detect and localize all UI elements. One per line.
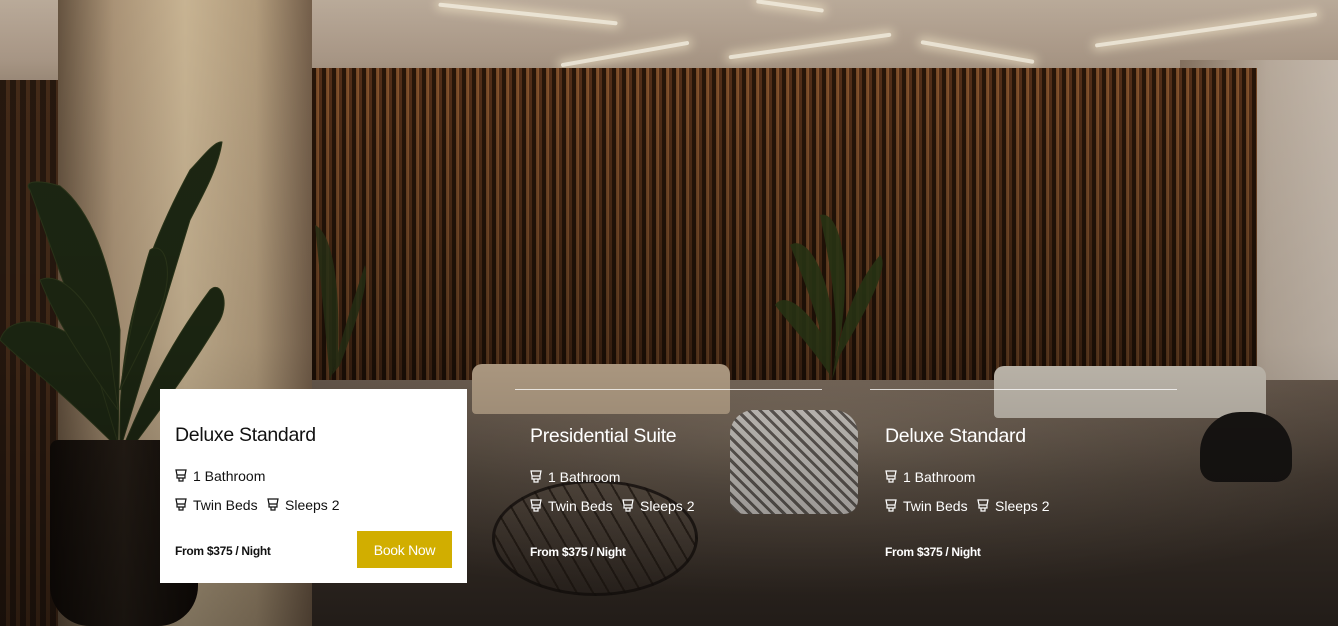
amenity-icon	[622, 499, 634, 513]
room-title: Presidential Suite	[530, 425, 677, 447]
room-feature-sleeps: Sleeps 2	[622, 498, 694, 514]
room-price: From $375 / Night	[175, 544, 271, 558]
room-feature-label: Sleeps 2	[285, 497, 340, 513]
room-title: Deluxe Standard	[175, 424, 316, 446]
room-price: From $375 / Night	[530, 545, 626, 559]
room-feature-label: Twin Beds	[903, 498, 968, 514]
amenity-icon	[977, 499, 989, 513]
room-card[interactable]: Deluxe Standard 1 Bathroom Twin Beds Sle…	[870, 389, 1177, 583]
room-feature-label: Twin Beds	[548, 498, 613, 514]
amenity-icon	[267, 498, 279, 512]
room-feature-bathroom: 1 Bathroom	[530, 469, 620, 485]
room-feature-bathroom: 1 Bathroom	[175, 468, 265, 484]
room-feature-label: Sleeps 2	[995, 498, 1050, 514]
room-feature-sleeps: Sleeps 2	[977, 498, 1049, 514]
room-feature-label: Sleeps 2	[640, 498, 695, 514]
room-feature-label: Twin Beds	[193, 497, 258, 513]
room-card[interactable]: Deluxe Standard 1 Bathroom Twin Beds Sle…	[160, 389, 467, 583]
amenity-icon	[885, 499, 897, 513]
amenity-icon	[885, 470, 897, 484]
room-feature-beds: Twin Beds	[885, 498, 968, 514]
amenity-icon	[530, 499, 542, 513]
room-feature-bathroom: 1 Bathroom	[885, 469, 975, 485]
amenity-icon	[530, 470, 542, 484]
room-feature-label: 1 Bathroom	[193, 468, 266, 484]
room-cards: Deluxe Standard 1 Bathroom Twin Beds Sle…	[160, 389, 1178, 583]
room-feature-sleeps: Sleeps 2	[267, 497, 339, 513]
book-now-button[interactable]: Book Now	[357, 531, 452, 568]
room-feature-label: 1 Bathroom	[548, 469, 621, 485]
room-feature-beds: Twin Beds	[175, 497, 258, 513]
amenity-icon	[175, 498, 187, 512]
room-title: Deluxe Standard	[885, 425, 1026, 447]
room-price: From $375 / Night	[885, 545, 981, 559]
room-feature-label: 1 Bathroom	[903, 469, 976, 485]
room-feature-beds: Twin Beds	[530, 498, 613, 514]
room-card[interactable]: Presidential Suite 1 Bathroom Twin Beds …	[515, 389, 822, 583]
amenity-icon	[175, 469, 187, 483]
